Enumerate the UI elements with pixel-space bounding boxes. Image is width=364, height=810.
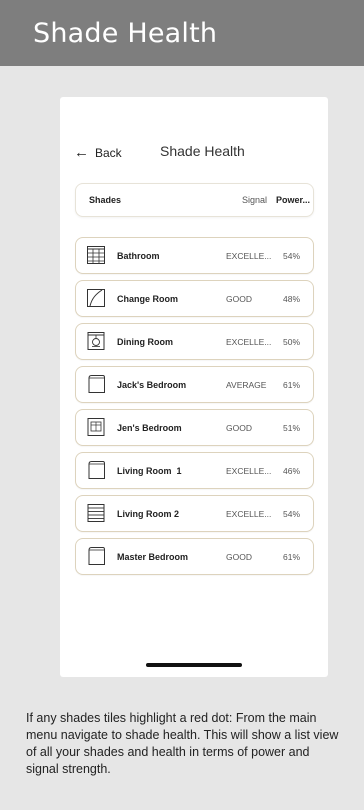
page-title: Shade Health [160, 143, 245, 159]
shade-name: Jack's Bedroom [117, 380, 187, 390]
shade-signal: EXCELLE... [226, 466, 272, 476]
shade-name: Living Room 1 [117, 466, 182, 476]
venetian-blind-icon [87, 504, 105, 522]
shade-row-jacks-bedroom[interactable]: Jack's Bedroom AVERAGE 61% [75, 366, 314, 403]
shade-row-change-room[interactable]: Change Room GOOD 48% [75, 280, 314, 317]
roller-shade-icon [88, 461, 105, 479]
shade-name: Jen's Bedroom [117, 423, 182, 433]
curtain-icon [87, 289, 105, 307]
header-power[interactable]: Power... [276, 195, 310, 205]
shade-signal: GOOD [226, 552, 252, 562]
roller-shade-icon [88, 547, 105, 565]
shade-power: 61% [283, 552, 301, 562]
shade-power: 48% [283, 294, 301, 304]
shade-power: 46% [283, 466, 301, 476]
shade-power: 51% [283, 423, 301, 433]
shade-power: 61% [283, 380, 301, 390]
list-header: Shades Signal Power... [75, 183, 314, 217]
shade-row-living-room-2[interactable]: Living Room 2 EXCELLE... 54% [75, 495, 314, 532]
shade-grid-icon [87, 246, 105, 264]
home-indicator [146, 663, 242, 667]
phone-screenshot: ← Back Shade Health Shades Signal Power.… [60, 97, 328, 677]
window-shade-icon [87, 418, 105, 436]
banner-title: Shade Health [33, 18, 218, 49]
back-button[interactable]: ← Back [74, 145, 122, 160]
shade-power: 54% [283, 251, 301, 261]
back-arrow-icon: ← [74, 144, 89, 161]
shade-name: Bathroom [117, 251, 160, 261]
shade-row-bathroom[interactable]: Bathroom EXCELLE... 54% [75, 237, 314, 274]
shade-signal: EXCELLE... [226, 251, 272, 261]
shade-name: Dining Room [117, 337, 173, 347]
roller-shade-icon [88, 375, 105, 393]
shade-signal: GOOD [226, 294, 252, 304]
shade-name: Master Bedroom [117, 552, 189, 562]
shade-name: Living Room 2 [117, 509, 180, 519]
shade-power: 54% [283, 509, 301, 519]
back-label: Back [95, 145, 122, 160]
shade-row-jens-bedroom[interactable]: Jen's Bedroom GOOD 51% [75, 409, 314, 446]
shade-row-master-bedroom[interactable]: Master Bedroom GOOD 61% [75, 538, 314, 575]
shade-signal: GOOD [226, 423, 252, 433]
shade-signal: EXCELLE... [226, 337, 272, 347]
roman-shade-icon [87, 332, 105, 350]
shade-list: Bathroom EXCELLE... 54% Change Room GOOD… [75, 237, 314, 581]
shade-signal: AVERAGE [226, 380, 267, 390]
shade-name: Change Room [117, 294, 179, 304]
header-signal[interactable]: Signal [242, 195, 267, 205]
header-shades: Shades [89, 195, 122, 205]
caption-text: If any shades tiles highlight a red dot:… [26, 711, 339, 776]
shade-row-dining-room[interactable]: Dining Room EXCELLE... 50% [75, 323, 314, 360]
shade-power: 50% [283, 337, 301, 347]
banner: Shade Health [0, 0, 364, 66]
shade-row-living-room-1[interactable]: Living Room 1 EXCELLE... 46% [75, 452, 314, 489]
shade-signal: EXCELLE... [226, 509, 272, 519]
